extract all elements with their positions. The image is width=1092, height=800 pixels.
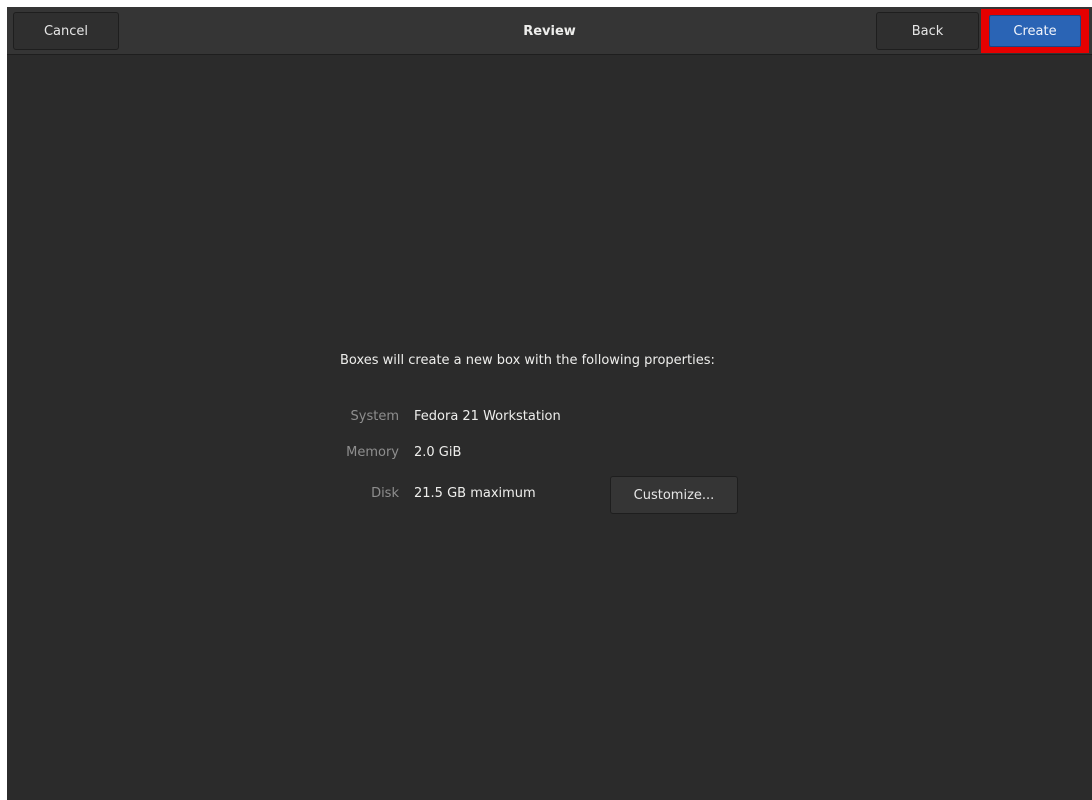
memory-label: Memory	[346, 445, 399, 460]
review-intro-text: Boxes will create a new box with the fol…	[340, 353, 715, 368]
system-value: Fedora 21 Workstation	[414, 409, 561, 424]
create-button[interactable]: Create	[989, 15, 1081, 47]
boxes-window: Cancel Review Back Create Boxes will cre…	[7, 7, 1092, 800]
back-button[interactable]: Back	[876, 12, 979, 50]
create-button-highlight: Create	[981, 9, 1089, 53]
memory-value: 2.0 GiB	[414, 445, 462, 460]
cancel-button[interactable]: Cancel	[13, 12, 119, 50]
review-page: Boxes will create a new box with the fol…	[7, 55, 1092, 800]
system-label: System	[350, 409, 399, 424]
disk-value: 21.5 GB maximum	[414, 486, 536, 501]
customize-button[interactable]: Customize...	[610, 476, 738, 514]
disk-label: Disk	[371, 486, 399, 501]
header-bar: Cancel Review Back Create	[7, 7, 1092, 55]
